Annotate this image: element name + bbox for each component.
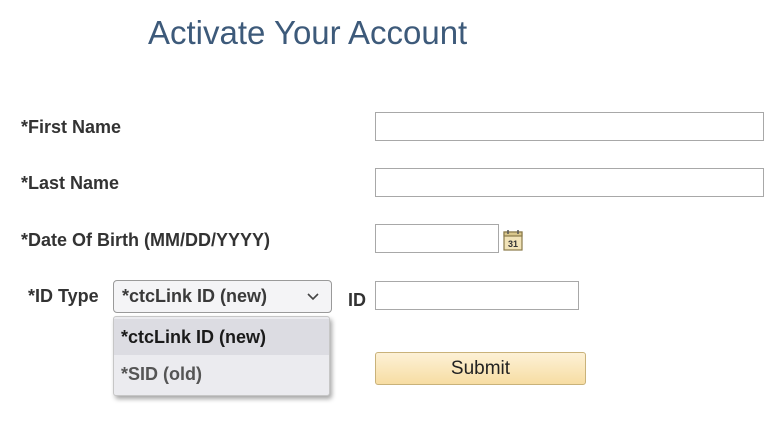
first-name-input[interactable] xyxy=(375,112,764,141)
dob-label: *Date Of Birth (MM/DD/YYYY) xyxy=(21,230,271,250)
id-type-option-ctclink[interactable]: *ctcLink ID (new) xyxy=(114,319,329,355)
page-title: Activate Your Account xyxy=(148,14,468,51)
first-name-label: *First Name xyxy=(21,117,122,137)
chevron-down-icon xyxy=(307,293,319,301)
id-type-option-sid[interactable]: *SID (old) xyxy=(114,356,329,392)
activation-page: Activate Your Account *First Name *Last … xyxy=(0,0,768,429)
id-input[interactable] xyxy=(375,281,579,310)
id-type-label: *ID Type xyxy=(28,286,99,306)
id-type-select[interactable]: *ctcLink ID (new) xyxy=(113,280,332,313)
submit-button[interactable]: Submit xyxy=(375,352,586,385)
last-name-input[interactable] xyxy=(375,168,764,197)
id-label: ID xyxy=(348,290,366,310)
id-type-selected-value: *ctcLink ID (new) xyxy=(122,286,268,306)
id-type-dropdown-list: *ctcLink ID (new) *SID (old) xyxy=(113,316,330,396)
dob-input[interactable] xyxy=(375,224,499,253)
calendar-icon[interactable]: 31 xyxy=(503,229,523,251)
calendar-day-number: 31 xyxy=(508,239,518,249)
last-name-label: *Last Name xyxy=(21,173,120,193)
